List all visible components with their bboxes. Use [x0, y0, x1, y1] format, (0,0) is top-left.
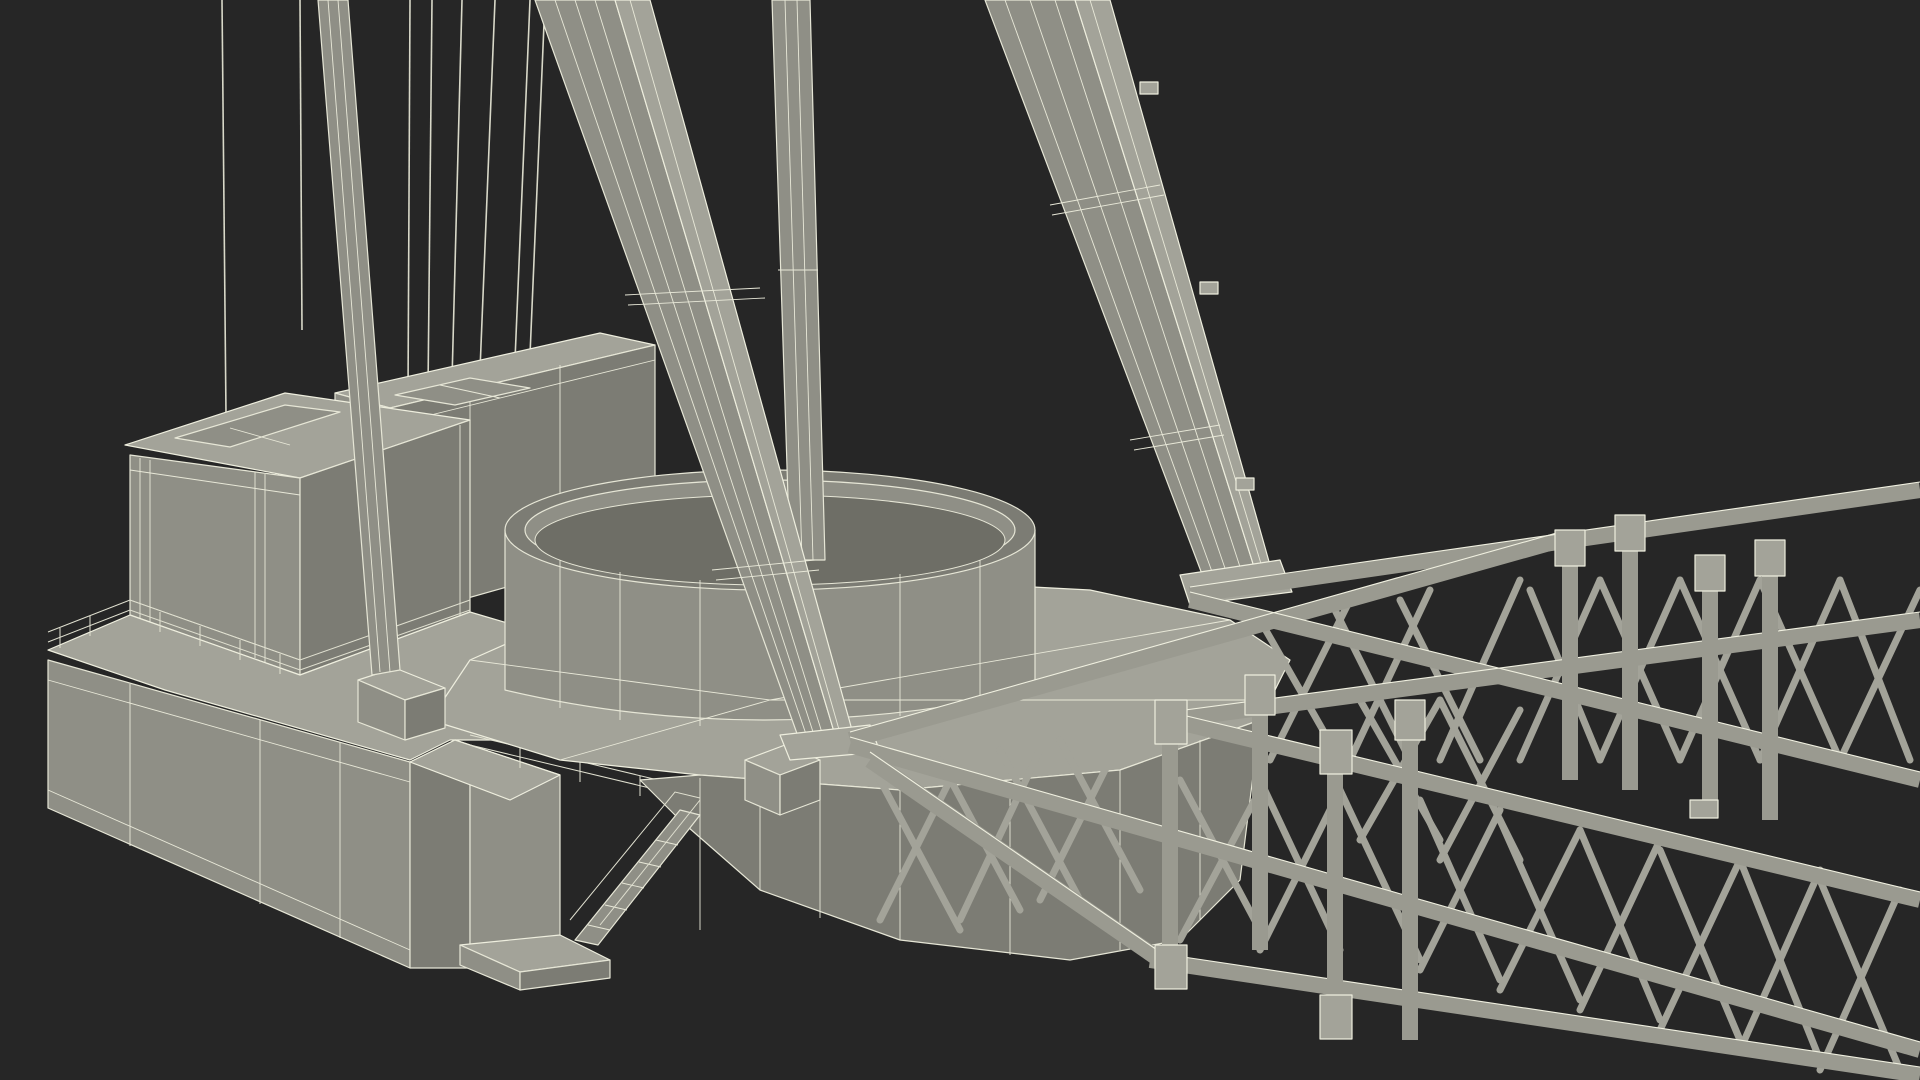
wireframe-render [0, 0, 1920, 1080]
